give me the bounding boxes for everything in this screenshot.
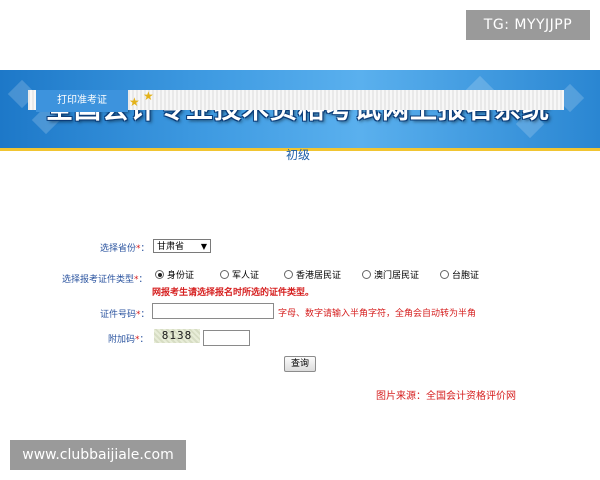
query-button[interactable]: 查询 [284,356,316,372]
id-type-label: 选择报考证件类型*： [62,275,148,285]
radio-macau-card[interactable]: 澳门居民证 [362,268,419,281]
radio-military-card[interactable]: 军人证 [220,268,259,281]
star-icon: ★ [143,89,154,103]
tab-print-admission[interactable]: 打印准考证 [36,90,128,112]
radio-icon [284,270,293,279]
radio-id-card[interactable]: 身份证 [155,268,194,281]
captcha-image[interactable]: 8138 [154,329,200,343]
id-number-label: 证件号码*： [100,310,150,320]
watermark-bottom: www.clubbaijiale.com [10,440,186,470]
province-label: 选择省份*： [100,244,150,254]
radio-hongkong-card[interactable]: 香港居民证 [284,268,341,281]
image-source-note: 图片来源：全国会计资格评价网 [376,391,516,402]
radio-taiwan-card[interactable]: 台胞证 [440,268,479,281]
watermark-top: TG: MYYJJPP [466,10,590,40]
province-select[interactable]: 甘肃省 ▼ [153,239,211,253]
radio-selected-icon [155,270,164,279]
id-number-hint: 字母、数字请输入半角字符，全角会自动转为半角 [278,309,477,319]
id-number-input[interactable] [152,303,274,319]
radio-icon [440,270,449,279]
radio-icon [220,270,229,279]
province-value: 甘肃省 [157,242,185,252]
level-heading: 初级 [286,148,311,162]
star-icon: ★ [129,95,140,109]
captcha-input[interactable] [203,330,250,346]
id-type-warning: 网报考生请选择报名时所选的证件类型。 [152,288,315,298]
captcha-label: 附加码*： [108,335,149,345]
dropdown-arrow-icon: ▼ [200,242,207,251]
radio-icon [362,270,371,279]
